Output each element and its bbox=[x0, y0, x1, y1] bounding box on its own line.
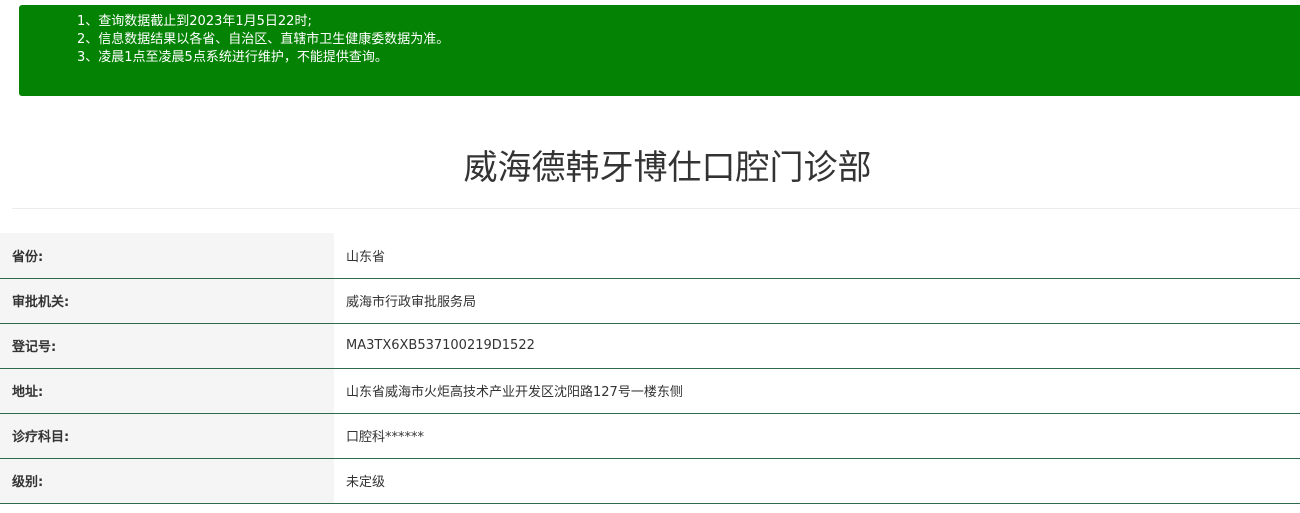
row-value: 未定级 bbox=[334, 458, 1300, 504]
row-value: 山东省威海市火炬高技术产业开发区沈阳路127号一楼东侧 bbox=[334, 368, 1300, 414]
notice-line: 2、信息数据结果以各省、自治区、直辖市卫生健康委数据为准。 bbox=[77, 32, 450, 47]
title-divider bbox=[12, 208, 1300, 209]
row-label: 级别: bbox=[0, 458, 334, 504]
row-label: 省份: bbox=[0, 233, 334, 279]
table-row-registration-number: 登记号: MA3TX6XB537100219D1522 bbox=[0, 323, 1300, 369]
notice-banner: 1、查询数据截止到2023年1月5日22时; 2、信息数据结果以各省、自治区、直… bbox=[19, 5, 1300, 96]
row-value: MA3TX6XB537100219D1522 bbox=[334, 323, 1300, 369]
page-title: 威海德韩牙博仕口腔门诊部 bbox=[463, 148, 872, 188]
table-row-departments: 诊疗科目: 口腔科****** bbox=[0, 413, 1300, 459]
row-value: 口腔科****** bbox=[334, 413, 1300, 459]
row-value: 山东省 bbox=[334, 233, 1300, 279]
details-table: 省份: 山东省 审批机关: 威海市行政审批服务局 登记号: MA3TX6XB53… bbox=[0, 233, 1300, 504]
row-label: 审批机关: bbox=[0, 278, 334, 324]
table-row-approval-authority: 审批机关: 威海市行政审批服务局 bbox=[0, 278, 1300, 324]
row-label: 地址: bbox=[0, 368, 334, 414]
notice-line: 3、凌晨1点至凌晨5点系统进行维护，不能提供查询。 bbox=[77, 50, 388, 65]
row-label: 登记号: bbox=[0, 323, 334, 369]
row-value: 威海市行政审批服务局 bbox=[334, 278, 1300, 324]
table-row-level: 级别: 未定级 bbox=[0, 458, 1300, 504]
row-label: 诊疗科目: bbox=[0, 413, 334, 459]
table-row-address: 地址: 山东省威海市火炬高技术产业开发区沈阳路127号一楼东侧 bbox=[0, 368, 1300, 414]
notice-line: 1、查询数据截止到2023年1月5日22时; bbox=[77, 14, 312, 29]
table-row-province: 省份: 山东省 bbox=[0, 233, 1300, 279]
